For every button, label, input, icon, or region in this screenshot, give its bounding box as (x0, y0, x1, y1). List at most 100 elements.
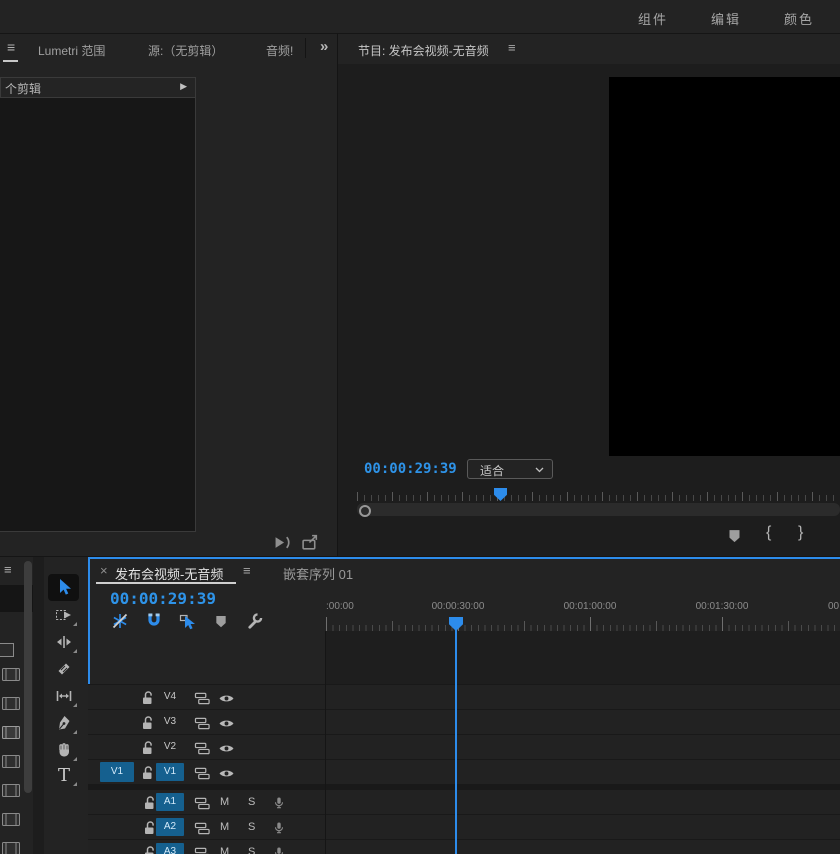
sync-lock-icon[interactable] (194, 766, 211, 781)
program-panel-menu-icon[interactable]: ≡ (508, 40, 516, 55)
tool-track-select-forward[interactable] (50, 604, 78, 626)
ruler-label: 00:01:00:00 (564, 601, 617, 612)
lock-icon[interactable] (140, 765, 156, 781)
track-target-button[interactable]: V4 (156, 688, 184, 706)
project-panel-menu-icon[interactable]: ≡ (4, 562, 12, 577)
sync-lock-icon[interactable] (194, 741, 211, 756)
close-tab-icon[interactable]: × (100, 563, 108, 578)
tool-razor[interactable] (50, 658, 78, 680)
clip-thumbnail[interactable] (2, 842, 20, 854)
scopes-preset-label: 个剪辑 (5, 80, 41, 97)
solo-button[interactable]: S (248, 846, 255, 854)
mic-icon[interactable] (272, 795, 286, 811)
sync-lock-icon[interactable] (194, 846, 211, 854)
lock-icon[interactable] (140, 690, 156, 706)
program-timecode[interactable]: 00:00:29:39 (364, 461, 457, 477)
ripple-edit-icon (55, 633, 73, 651)
zoom-level-dropdown[interactable]: 适合 (467, 459, 553, 479)
clip-thumbnail[interactable] (2, 726, 20, 739)
program-scrollbar[interactable] (357, 503, 840, 516)
mic-icon[interactable] (272, 845, 286, 854)
track-target-button[interactable]: V3 (156, 713, 184, 731)
marker-icon (214, 613, 228, 629)
submenu-corner (73, 703, 77, 707)
export-frame-icon (301, 534, 320, 551)
track-target-button[interactable]: A1 (156, 793, 184, 811)
mark-in-button[interactable]: { (766, 524, 771, 542)
tab-overflow-chevron-icon[interactable]: » (320, 38, 328, 55)
clip-thumbnail[interactable] (2, 755, 20, 768)
play-around-icon (272, 534, 294, 551)
lock-icon[interactable] (140, 715, 156, 731)
timeline-settings-button[interactable] (246, 612, 264, 630)
selection-cursor-icon (55, 578, 73, 596)
panel-menu-icon[interactable]: ≡ (7, 39, 15, 55)
timeline-tab-nested-sequence[interactable]: 嵌套序列 01 (283, 564, 353, 583)
export-frame-button[interactable] (301, 534, 320, 551)
workspace-tab-edit[interactable]: 编辑 (711, 9, 741, 28)
tab-audio-mixer[interactable]: 音频! (266, 42, 302, 59)
source-patch-v1[interactable]: V1 (100, 762, 134, 782)
tab-source-monitor[interactable]: 源:（无剪辑） (148, 42, 223, 59)
tool-ripple-edit[interactable] (50, 631, 78, 653)
clip-thumbnail[interactable] (2, 668, 20, 681)
track-target-button[interactable]: V1 (156, 763, 184, 781)
tab-lumetri-scopes[interactable]: Lumetri 范围 (38, 42, 105, 59)
tool-pen[interactable] (50, 712, 78, 734)
sync-lock-icon[interactable] (194, 691, 211, 706)
track-target-button[interactable]: V2 (156, 738, 184, 756)
timeline-panel-menu-icon[interactable]: ≡ (243, 563, 251, 578)
eye-icon[interactable] (218, 767, 235, 780)
submenu-corner (73, 649, 77, 653)
mute-button[interactable]: M (220, 821, 229, 833)
add-marker-button[interactable] (727, 527, 742, 544)
sync-lock-icon[interactable] (194, 796, 211, 811)
tool-hand[interactable] (50, 739, 78, 761)
linked-selection-toggle-button[interactable] (179, 612, 197, 630)
tab-program-monitor[interactable]: 节目: 发布会视频-无音频 (358, 42, 489, 59)
eye-icon[interactable] (218, 717, 235, 730)
mic-icon[interactable] (272, 820, 286, 836)
video-track-row-v2: V2 (88, 734, 840, 759)
magnet-icon (145, 612, 163, 630)
sync-lock-icon[interactable] (194, 716, 211, 731)
active-tab-underline (3, 60, 18, 62)
tool-type[interactable]: T (50, 764, 78, 786)
premiere-window: 组件 编辑 颜色 ≡ Lumetri 范围 源:（无剪辑） 音频! » 节目: … (0, 0, 840, 854)
mute-button[interactable]: M (220, 846, 229, 854)
audio-track-row-a2: A2 M S (88, 814, 840, 839)
snap-toggle-button[interactable] (145, 612, 163, 630)
clip-thumbnail[interactable] (2, 697, 20, 710)
lock-icon[interactable] (140, 740, 156, 756)
timeline-add-marker-button[interactable] (214, 613, 228, 629)
mark-out-button[interactable]: } (798, 524, 803, 542)
clip-thumbnail[interactable] (2, 784, 20, 797)
scrollbar-zoom-handle[interactable] (359, 505, 371, 517)
timeline-playhead-line[interactable] (455, 629, 457, 854)
clip-thumbnail[interactable] (2, 813, 20, 826)
track-target-button[interactable]: A2 (156, 818, 184, 836)
panel-divider[interactable] (337, 33, 338, 557)
eye-icon[interactable] (218, 742, 235, 755)
pen-icon (55, 714, 73, 732)
play-around-button[interactable] (272, 534, 294, 551)
track-target-button[interactable]: A3 (156, 843, 184, 854)
workspace-tab-assembly[interactable]: 组件 (638, 9, 668, 28)
sync-lock-icon[interactable] (194, 821, 211, 836)
project-panel-scrollbar[interactable] (24, 561, 32, 793)
timeline-tab-underline (96, 582, 236, 584)
timeline-timecode[interactable]: 00:00:29:39 (110, 589, 216, 608)
scopes-preset-dropdown[interactable]: 个剪辑 ▶ (0, 77, 196, 98)
wrench-icon (246, 612, 264, 630)
timeline-tab-active[interactable]: 发布会视频-无音频 (115, 564, 223, 583)
mute-button[interactable]: M (220, 796, 229, 808)
workspace-tab-color[interactable]: 颜色 (784, 9, 814, 28)
tool-selection[interactable] (50, 576, 78, 598)
eye-icon[interactable] (218, 692, 235, 705)
tool-slip[interactable] (50, 685, 78, 707)
solo-button[interactable]: S (248, 796, 255, 808)
timeline-ruler-labels[interactable]: :00:00 00:00:30:00 00:01:00:00 00:01:30:… (325, 600, 840, 614)
nest-insert-icon (111, 612, 129, 630)
solo-button[interactable]: S (248, 821, 255, 833)
nest-insert-toggle-button[interactable] (111, 612, 129, 630)
